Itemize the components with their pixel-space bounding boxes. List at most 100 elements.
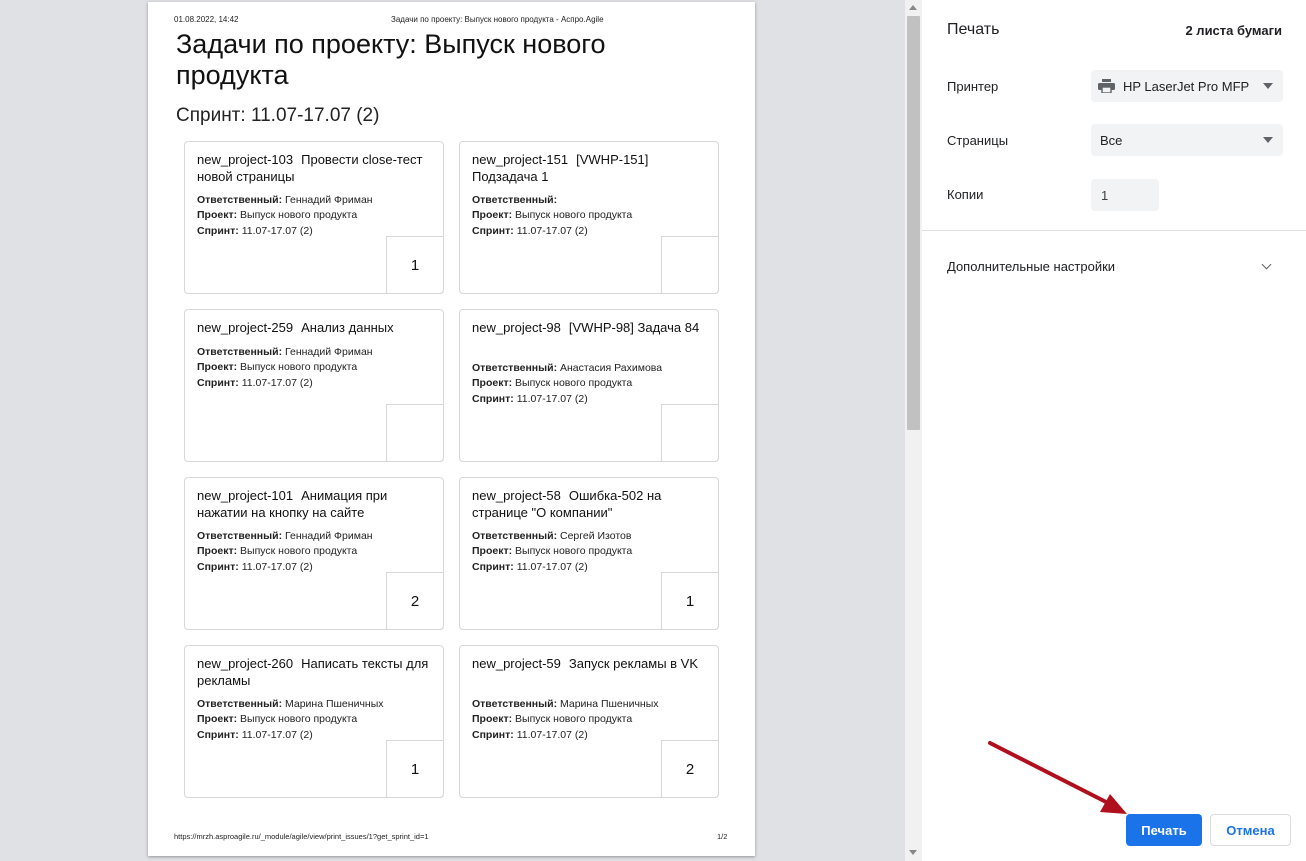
card-assignee-value: Марина Пшеничных [285,698,384,710]
card-sprint-value: 11.07-17.07 (2) [516,224,588,237]
scroll-down-icon[interactable] [909,850,917,855]
card-project-row: Проект: Выпуск нового продукта [197,544,437,559]
cancel-button[interactable]: Отмена [1210,814,1291,846]
preview-scrollbar[interactable] [905,0,922,861]
card-sprint-label: Спринт: [197,728,239,741]
card-assignee-value: Марина Пшеничных [560,698,659,710]
card-sprint-value: 11.07-17.07 (2) [516,560,588,573]
card-title: new_project-98 [VWHP-98] Задача 84 [472,319,704,336]
card-sprint-label: Спринт: [472,560,514,573]
divider [922,230,1306,231]
card-key: new_project-98 [472,320,561,335]
card-project-label: Проект: [472,545,513,558]
card-assignee-label: Ответственный: [197,530,283,542]
card-title: new_project-101 Анимация при нажатии на к… [197,487,429,521]
card-assignee-row: Ответственный: Геннадий Фриман [197,345,437,360]
card-assignee-row: Ответственный: Сергей Изотов [472,529,712,544]
copies-input[interactable]: 1 [1091,179,1159,211]
card-sprint-label: Спринт: [472,392,514,405]
sprint-heading: Спринт: 11.07-17.07 (2) [176,105,380,126]
card-sprint-label: Спринт: [472,728,514,741]
card-meta: Ответственный: Геннадий Фриман Проект: Вы… [197,345,437,391]
printer-value: HP LaserJet Pro MFP [1123,78,1250,94]
card-assignee-value: Геннадий Фриман [285,194,373,206]
card-project-value: Выпуск нового продукта [515,209,633,222]
chevron-down-icon [1263,137,1273,143]
footer-url: https://mrzh.asproagile.ru/_module/agile… [174,832,429,841]
card-sprint-value: 11.07-17.07 (2) [241,376,313,389]
card-project-label: Проект: [472,713,513,726]
card-sprint-value: 11.07-17.07 (2) [241,728,313,741]
card-key: new_project-58 [472,488,561,503]
story-points-box [661,404,719,462]
task-card: new_project-98 [VWHP-98] Задача 84 Ответст… [459,309,719,462]
scrollbar-thumb[interactable] [907,16,920,430]
header-date: 01.08.2022, 14:42 [174,15,239,24]
card-project-label: Проект: [197,209,238,222]
card-title: new_project-58 Ошибка-502 на странице "О … [472,487,704,521]
card-assignee-label: Ответственный: [472,362,558,374]
scroll-up-icon[interactable] [909,5,917,10]
card-project-value: Выпуск нового продукта [515,377,633,390]
card-project-value: Выпуск нового продукта [515,545,633,558]
card-sprint-label: Спринт: [197,376,239,389]
card-assignee-label: Ответственный: [472,194,558,206]
copies-label: Копии [947,187,984,202]
story-points-box [386,404,444,462]
card-name: Анализ данных [301,320,394,335]
story-points-box: 2 [661,740,719,798]
card-project-label: Проект: [472,209,513,222]
pages-value: Все [1100,132,1123,148]
task-card: new_project-259 Анализ данных Ответственны… [184,309,444,462]
card-key: new_project-260 [197,656,294,671]
footer-page-number: 1/2 [717,832,728,841]
card-sprint-value: 11.07-17.07 (2) [241,224,313,237]
card-sprint-label: Спринт: [197,560,239,573]
card-key: new_project-259 [197,320,294,335]
card-sprint-label: Спринт: [472,224,514,237]
card-sprint-value: 11.07-17.07 (2) [241,560,313,573]
header-title: Задачи по проекту: Выпуск нового продукт… [391,15,604,24]
printer-select[interactable]: HP LaserJet Pro MFP [1091,70,1283,102]
card-meta: Ответственный: Проект: Выпуск нового про… [472,193,712,239]
card-assignee-row: Ответственный: [472,193,712,208]
card-assignee-value: Геннадий Фриман [285,346,373,358]
task-card: new_project-103 Провести close-тест новой… [184,141,444,294]
card-sprint-value: 11.07-17.07 (2) [516,728,588,741]
card-assignee-row: Ответственный: Марина Пшеничных [472,697,712,712]
chevron-down-icon[interactable] [1261,259,1272,270]
card-assignee-label: Ответственный: [472,698,558,710]
chevron-down-icon [1263,83,1273,89]
card-name: Запуск рекламы в VK [568,656,699,671]
card-project-value: Выпуск нового продукта [240,713,358,726]
card-title: new_project-260 Написать тексты для рекла… [197,655,429,689]
printer-icon [1098,79,1115,93]
print-button[interactable]: Печать [1126,814,1202,846]
card-title: new_project-59 Запуск рекламы в VK [472,655,704,672]
card-project-value: Выпуск нового продукта [240,209,358,222]
card-assignee-row: Ответственный: Марина Пшеничных [197,697,437,712]
card-meta: Ответственный: Геннадий Фриман Проект: Вы… [197,529,437,575]
card-project-row: Проект: Выпуск нового продукта [197,208,437,223]
card-project-row: Проект: Выпуск нового продукта [197,360,437,375]
card-project-label: Проект: [197,545,238,558]
card-key: new_project-101 [197,488,294,503]
print-settings-panel: Печать 2 листа бумаги Принтер HP LaserJe… [922,0,1306,861]
card-key: new_project-103 [197,152,294,167]
card-key: new_project-59 [472,656,561,671]
card-assignee-label: Ответственный: [197,698,283,710]
card-assignee-row: Ответственный: Анастасия Рахимова [472,361,712,376]
story-points-box: 1 [386,740,444,798]
card-assignee-label: Ответственный: [472,530,558,542]
card-project-row: Проект: Выпуск нового продукта [472,712,712,727]
card-sprint-value: 11.07-17.07 (2) [516,392,588,405]
story-points-box [661,236,719,294]
pages-select[interactable]: Все [1091,124,1283,156]
card-project-label: Проект: [472,377,513,390]
task-card: new_project-101 Анимация при нажатии на к… [184,477,444,630]
printer-label: Принтер [947,79,999,94]
card-assignee-value: Геннадий Фриман [285,530,373,542]
card-sprint-row: Спринт: 11.07-17.07 (2) [197,376,437,391]
more-settings-toggle[interactable]: Дополнительные настройки [947,259,1115,274]
card-project-label: Проект: [197,713,238,726]
